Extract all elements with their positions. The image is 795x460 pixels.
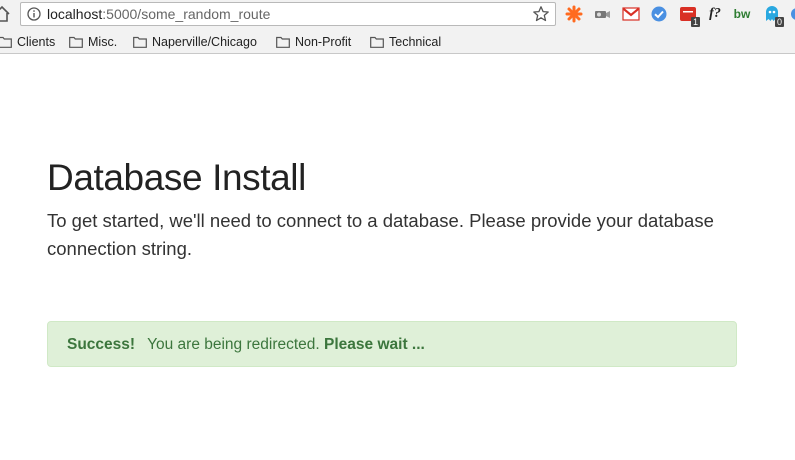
bw-extension-icon[interactable]: bw (732, 4, 752, 24)
folder-icon (276, 36, 290, 48)
url-text: localhost:5000/some_random_route (47, 6, 270, 22)
check-extension-icon[interactable] (649, 4, 669, 24)
camera-extension-icon[interactable] (592, 4, 612, 24)
page-lead-text: To get started, we'll need to connect to… (47, 210, 714, 259)
red-extension-icon[interactable]: 1 (678, 4, 700, 27)
address-bar[interactable]: localhost:5000/some_random_route (20, 2, 556, 26)
extension-badge: 1 (690, 17, 700, 27)
gmail-icon[interactable] (621, 4, 641, 24)
page-title: Database Install (47, 157, 306, 198)
browser-toolbar: localhost:5000/some_random_route 1 f? bw (0, 0, 795, 30)
folder-icon (69, 36, 83, 48)
ghostery-icon[interactable]: 0 (762, 4, 784, 27)
alert-emphasis: Please wait ... (324, 336, 425, 353)
url-path: :5000/some_random_route (102, 6, 271, 22)
zapier-icon[interactable] (564, 4, 584, 24)
bookmarks-bar: Clients Misc. Naperville/Chicago Non-Pro… (0, 30, 795, 54)
bookmark-label: Non-Profit (295, 35, 352, 49)
folder-icon (0, 36, 12, 48)
bookmark-label: Clients (17, 35, 56, 49)
bookmark-folder-misc[interactable]: Misc. (69, 34, 117, 50)
bw-extension-label: bw (733, 7, 751, 21)
fonts-extension-icon[interactable]: f? (705, 4, 725, 24)
bookmark-folder-technical[interactable]: Technical (370, 34, 441, 50)
overflow-extension-icon[interactable] (788, 4, 795, 24)
folder-icon (133, 36, 147, 48)
success-alert: Success! You are being redirected. Please… (47, 321, 737, 367)
folder-icon (370, 36, 384, 48)
bookmark-folder-non-profit[interactable]: Non-Profit (276, 34, 351, 50)
fonts-extension-label: f? (709, 6, 721, 21)
bookmark-label: Misc. (88, 35, 118, 49)
home-icon[interactable] (0, 5, 10, 23)
extension-badge: 0 (774, 17, 784, 27)
bookmark-folder-clients[interactable]: Clients (0, 34, 55, 50)
bookmark-folder-naperville-chicago[interactable]: Naperville/Chicago (133, 34, 257, 50)
url-host: localhost (47, 6, 103, 22)
bookmark-star-icon[interactable] (532, 5, 550, 23)
bookmark-label: Naperville/Chicago (152, 35, 257, 49)
alert-message: You are being redirected. (147, 336, 320, 353)
info-icon[interactable] (27, 7, 41, 21)
extensions-bar: 1 f? bw 0 (562, 4, 795, 27)
bookmark-label: Technical (389, 35, 442, 49)
alert-label: Success! (67, 336, 136, 353)
